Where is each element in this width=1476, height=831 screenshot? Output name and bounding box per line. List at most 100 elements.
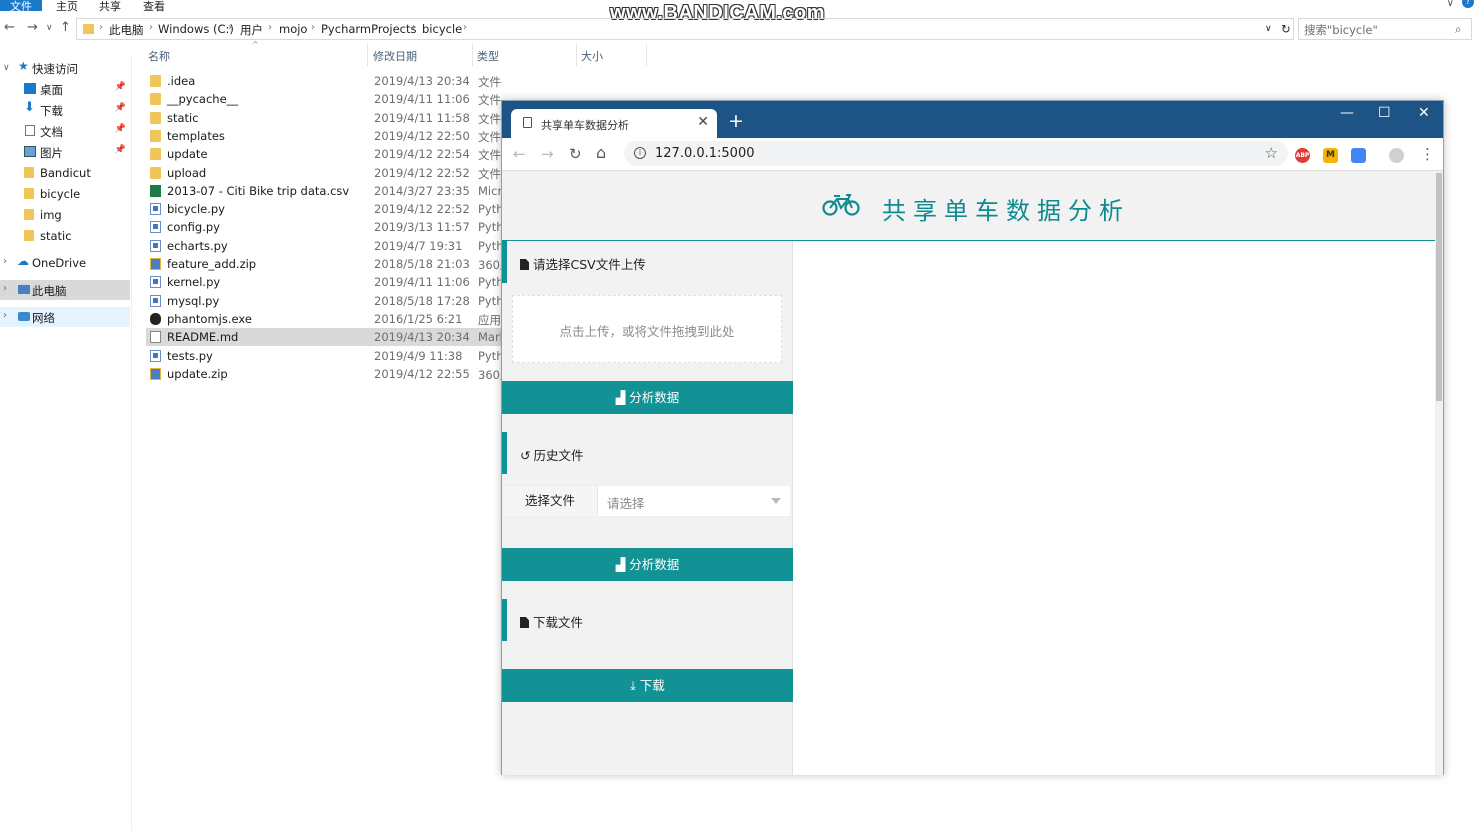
minimize-icon[interactable]: — xyxy=(1340,105,1354,121)
nav-item-pictures[interactable]: 图片 📌 xyxy=(0,142,130,162)
pin-icon: 📌 xyxy=(114,82,126,92)
file-type: Micr xyxy=(478,183,502,198)
new-tab-icon[interactable]: + xyxy=(728,110,744,132)
nav-item-img[interactable]: img xyxy=(0,205,130,225)
refresh-icon[interactable]: ↻ xyxy=(1281,22,1291,36)
home-icon[interactable]: ⌂ xyxy=(596,143,606,162)
breadcrumb-this-pc[interactable]: 此电脑 xyxy=(109,22,144,38)
breadcrumb-pycharmprojects[interactable]: PycharmProjects xyxy=(321,22,416,36)
help-icon[interactable]: ? xyxy=(1462,0,1474,8)
ribbon-tab-share[interactable]: 共享 xyxy=(99,0,121,14)
forward-icon[interactable]: → xyxy=(27,20,38,35)
file-row[interactable]: feature_add.zip 2018/5/18 21:03 360压 xyxy=(146,255,502,273)
file-row[interactable]: tests.py 2019/4/9 11:38 Pytho xyxy=(146,347,502,365)
nav-item-downloads[interactable]: ⬇ 下载 📌 xyxy=(0,100,130,120)
file-row[interactable]: echarts.py 2019/4/7 19:31 Pytho xyxy=(146,237,502,255)
search-icon[interactable]: ⌕ xyxy=(1455,22,1461,37)
breadcrumb-mojo[interactable]: mojo xyxy=(279,22,307,36)
nav-onedrive[interactable]: › ☁ OneDrive xyxy=(0,253,130,273)
browser-tab[interactable]: 共享单车数据分析 ✕ xyxy=(511,109,717,138)
back-icon[interactable]: ← xyxy=(513,145,526,163)
desktop-icon xyxy=(24,83,36,94)
nav-quick-access[interactable]: ∨ ★ 快速访问 xyxy=(0,58,130,78)
up-icon[interactable]: ↑ xyxy=(60,20,71,35)
ribbon-tab-file[interactable]: 文件 xyxy=(0,0,42,13)
file-row[interactable]: update 2019/4/12 22:54 文件夹 xyxy=(146,145,502,163)
ribbon-collapse-icon[interactable]: ∨ xyxy=(1447,0,1454,9)
analyze-history-button[interactable]: ▟ 分析数据 xyxy=(502,548,793,581)
file-row[interactable]: __pycache__ 2019/4/11 11:06 文件夹 xyxy=(146,90,502,108)
history-file-select[interactable]: 选择文件 请选择 xyxy=(502,485,791,517)
ribbon-tab-home[interactable]: 主页 xyxy=(56,0,78,14)
reload-icon[interactable]: ↻ xyxy=(569,145,582,163)
nav-item-bicycle[interactable]: bicycle xyxy=(0,184,130,204)
file-row[interactable]: bicycle.py 2019/4/12 22:52 Pytho xyxy=(146,200,502,218)
column-header-type[interactable]: 类型 xyxy=(473,44,577,66)
file-row[interactable]: README.md 2019/4/13 20:34 Mark xyxy=(146,328,502,347)
analyze-data-button[interactable]: ▟ 分析数据 xyxy=(502,381,793,414)
file-name: templates xyxy=(167,128,225,143)
folder-icon xyxy=(24,230,34,241)
breadcrumb-bicycle[interactable]: bicycle xyxy=(422,22,462,36)
file-date: 2016/1/25 6:21 xyxy=(374,311,463,326)
file-row[interactable]: kernel.py 2019/4/11 11:06 Pytho xyxy=(146,273,502,291)
file-row[interactable]: templates 2019/4/12 22:50 文件夹 xyxy=(146,127,502,145)
maximize-icon[interactable]: ☐ xyxy=(1378,105,1391,121)
cloud-icon: ☁ xyxy=(17,254,29,268)
breadcrumb-drive[interactable]: Windows (C:) xyxy=(158,22,234,36)
menu-icon[interactable]: ⋮ xyxy=(1420,145,1435,163)
tab-title: 共享单车数据分析 xyxy=(541,119,629,132)
address-dropdown-icon[interactable]: ∨ xyxy=(1265,24,1272,34)
forward-icon[interactable]: → xyxy=(541,145,554,163)
nav-item-documents[interactable]: 文档 📌 xyxy=(0,121,130,141)
file-date: 2019/4/11 11:06 xyxy=(374,92,470,107)
nav-this-pc[interactable]: › 此电脑 xyxy=(0,280,130,300)
info-icon[interactable]: i xyxy=(634,147,646,159)
breadcrumb-users[interactable]: 用户 xyxy=(240,22,263,38)
file-row[interactable]: update.zip 2019/4/12 22:55 360压 xyxy=(146,365,502,383)
column-header-date[interactable]: 修改日期 xyxy=(369,44,473,66)
file-name: kernel.py xyxy=(167,275,221,290)
nav-item-bandicut[interactable]: Bandicut xyxy=(0,163,130,183)
file-row[interactable]: mysql.py 2018/5/18 17:28 Pytho xyxy=(146,292,502,310)
column-header-name[interactable]: 名称 xyxy=(144,44,368,66)
upload-dropzone[interactable]: 点击上传，或将文件拖拽到此处 xyxy=(512,295,782,363)
download-icon: ⬇ xyxy=(24,100,35,115)
file-type: Mark xyxy=(478,330,502,345)
nav-item-desktop[interactable]: 桌面 📌 xyxy=(0,79,130,99)
tab-close-icon[interactable]: ✕ xyxy=(697,114,709,130)
download-icon: ⤓ xyxy=(630,678,636,693)
m-extension-icon[interactable]: M xyxy=(1323,148,1338,163)
file-row[interactable]: phantomjs.exe 2016/1/25 6:21 应用程 xyxy=(146,310,502,328)
ribbon-tab-view[interactable]: 查看 xyxy=(143,0,165,14)
download-button[interactable]: ⤓ 下载 xyxy=(502,669,793,702)
adblock-extension-icon[interactable]: ABP xyxy=(1295,148,1310,163)
address-bar[interactable]: › 此电脑 › Windows (C:) › 用户 › mojo › Pycha… xyxy=(76,18,1294,40)
file-row[interactable]: config.py 2019/3/13 11:57 Pytho xyxy=(146,218,502,236)
recent-locations-icon[interactable]: ∨ xyxy=(46,23,53,33)
nav-network[interactable]: › 网络 xyxy=(0,307,130,327)
colorful-extension-icon[interactable] xyxy=(1351,148,1366,163)
back-icon[interactable]: ← xyxy=(4,20,15,35)
file-date: 2019/4/7 19:31 xyxy=(374,238,463,253)
scrollbar-thumb[interactable] xyxy=(1436,173,1442,401)
column-header-size[interactable]: 大小 xyxy=(577,44,647,66)
file-name: 2013-07 - Citi Bike trip data.csv xyxy=(167,183,350,198)
search-input[interactable]: 搜索"bicycle" ⌕ xyxy=(1298,18,1472,40)
markdown-file-icon xyxy=(150,331,161,344)
file-row[interactable]: static 2019/4/11 11:58 文件夹 xyxy=(146,109,502,127)
url-bar[interactable]: i 127.0.0.1:5000 ☆ xyxy=(624,141,1288,166)
folder-icon xyxy=(150,111,161,124)
file-row[interactable]: 2013-07 - Citi Bike trip data.csv 2014/3/… xyxy=(146,182,502,200)
file-row[interactable]: upload 2019/4/12 22:52 文件夹 xyxy=(146,164,502,182)
profile-avatar-icon[interactable] xyxy=(1389,148,1404,163)
bicycle-icon xyxy=(822,194,860,216)
bookmark-star-icon[interactable]: ☆ xyxy=(1265,144,1278,162)
document-icon xyxy=(25,125,35,136)
page-scrollbar[interactable] xyxy=(1435,171,1443,775)
window-close-icon[interactable]: ✕ xyxy=(1418,105,1430,121)
file-date: 2019/4/9 11:38 xyxy=(374,348,463,363)
nav-item-static[interactable]: static xyxy=(0,226,130,246)
file-row[interactable]: .idea 2019/4/13 20:34 文件夹 xyxy=(146,72,502,90)
folder-icon xyxy=(150,148,161,161)
